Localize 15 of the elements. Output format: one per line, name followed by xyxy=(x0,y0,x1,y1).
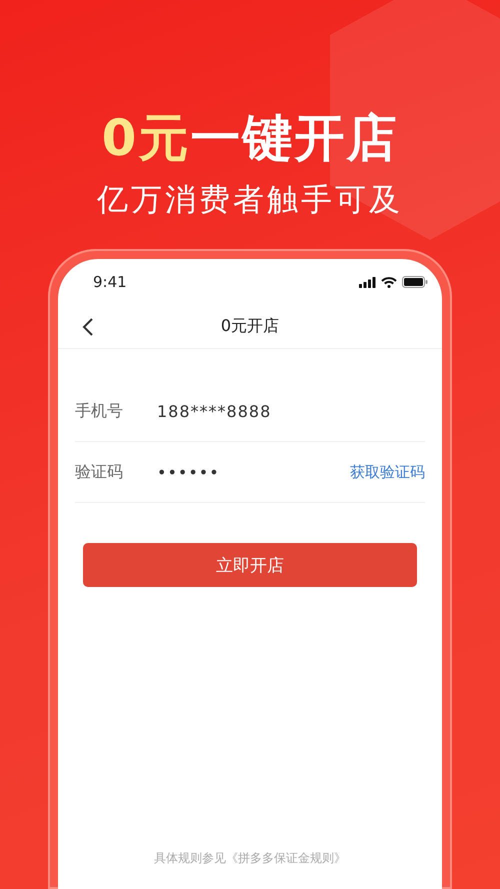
get-code-link[interactable]: 获取验证码 xyxy=(350,462,425,482)
status-time: 9:41 xyxy=(93,273,127,291)
field-label: 手机号 xyxy=(75,400,124,422)
rules-note: 具体规则参见《拼多多保证金规则》 xyxy=(153,850,347,867)
wifi-icon xyxy=(381,276,397,288)
signal-icon xyxy=(359,276,376,288)
battery-icon xyxy=(402,276,428,288)
back-icon[interactable] xyxy=(82,317,94,337)
input-field[interactable]: 188****8888 xyxy=(157,402,425,420)
open-store-button[interactable]: 立即开店 xyxy=(83,543,417,587)
subtitle: 亿万消费者触手可及 xyxy=(97,181,403,220)
headline: 0元一键开店 xyxy=(102,108,398,168)
page-title: 0元开店 xyxy=(220,316,280,337)
input-field[interactable]: •••••• xyxy=(157,462,350,482)
field-label: 验证码 xyxy=(75,462,124,482)
